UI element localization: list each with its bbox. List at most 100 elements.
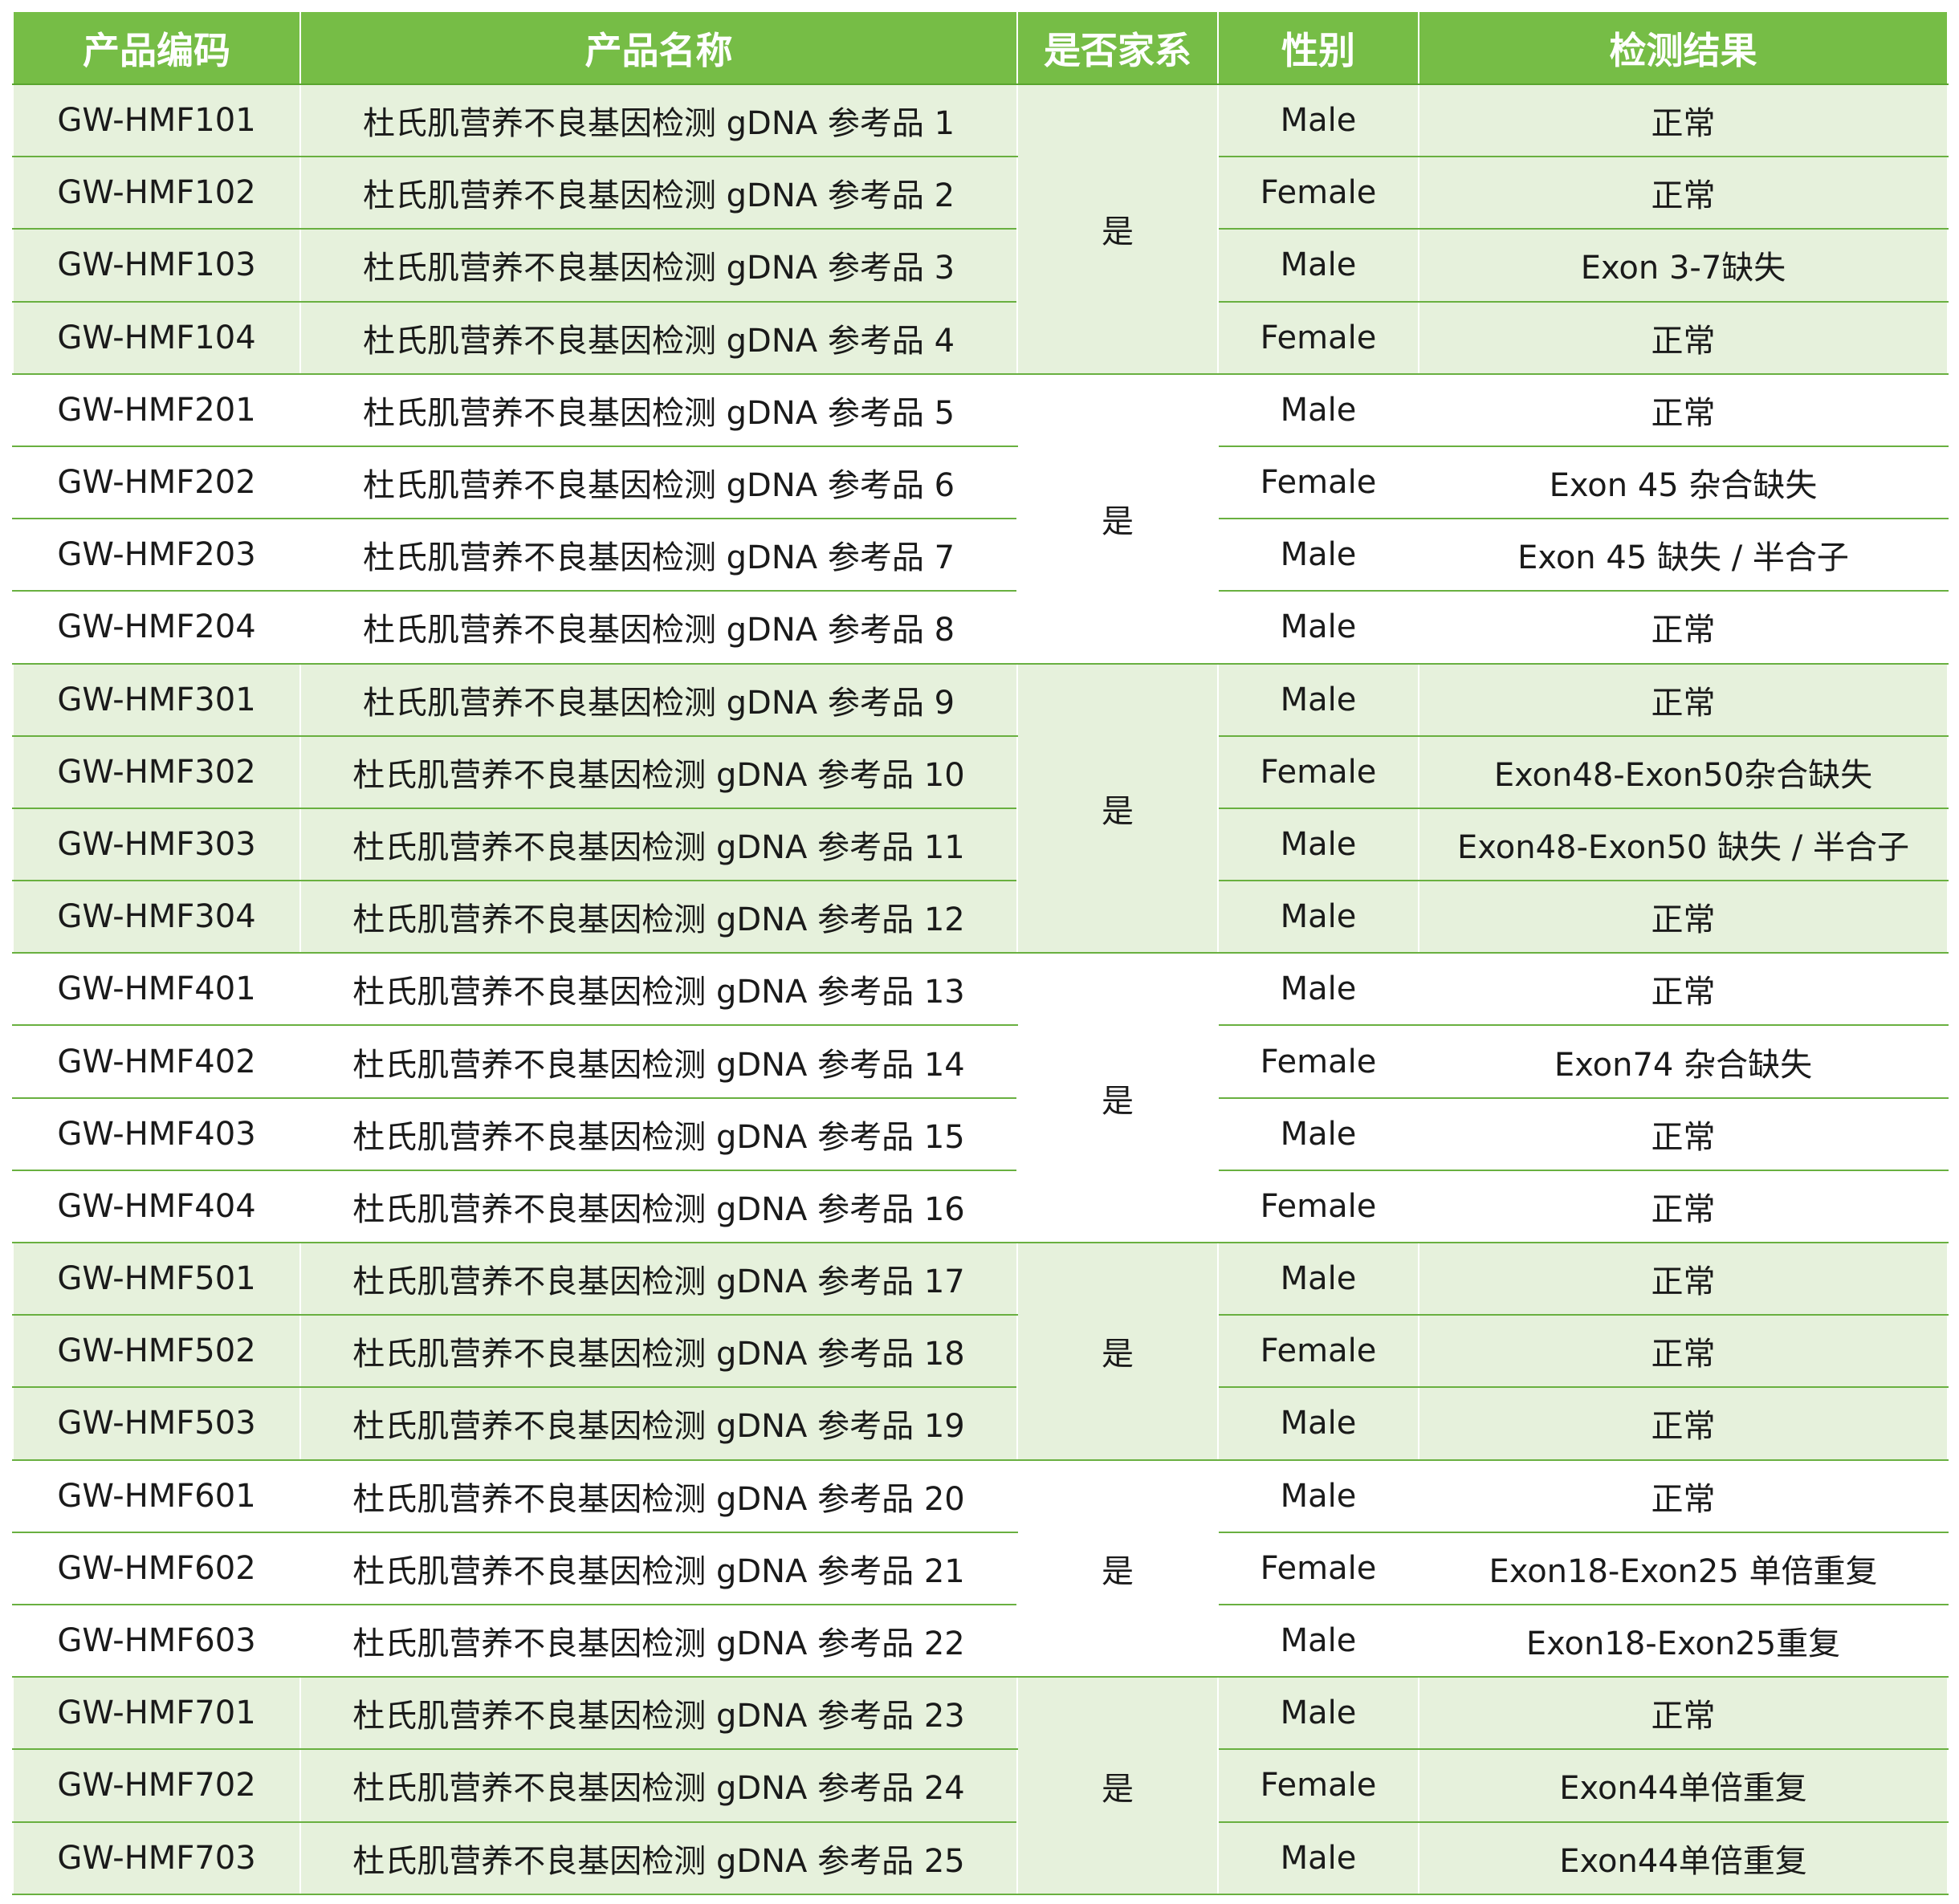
cell-product-code: GW-HMF103 <box>12 229 301 303</box>
table-row: GW-HMF302 杜氏肌营养不良基因检测 gDNA 参考品 10 Female Ex… <box>12 735 1949 809</box>
cell-result: 正常 <box>1418 1170 1949 1244</box>
cell-product-code: GW-HMF603 <box>12 1604 301 1678</box>
cell-sex: Female <box>1217 301 1419 375</box>
table-row: GW-HMF501 杜氏肌营养不良基因检测 gDNA 参考品 17 是 Male 正常 <box>12 1243 1949 1461</box>
cell-sex: Female <box>1217 735 1419 809</box>
cell-result: Exon44单倍重复 <box>1418 1821 1949 1895</box>
table-row: GW-HMF301 杜氏肌营养不良基因检测 gDNA 参考品 9 是 Male 正常 <box>12 663 1949 954</box>
cell-sex: Male <box>1217 881 1419 954</box>
table-row: GW-HMF602 杜氏肌营养不良基因检测 gDNA 参考品 21 Female Ex… <box>12 1532 1949 1605</box>
cell-product-name: 杜氏肌营养不良基因检测 gDNA 参考品 23 <box>299 1677 1018 1751</box>
cell-result: Exon 45 杂合缺失 <box>1418 445 1949 520</box>
cell-product-name: 杜氏肌营养不良基因检测 gDNA 参考品 13 <box>299 953 1018 1027</box>
cell-sex: Male <box>1217 663 1419 737</box>
cell-result: Exon74 杂合缺失 <box>1418 1025 1949 1099</box>
cell-sex: Male <box>1217 1604 1419 1678</box>
cell-product-code: GW-HMF501 <box>12 1243 301 1316</box>
cell-sex: Male <box>1217 229 1419 303</box>
cell-product-code: GW-HMF702 <box>12 1749 301 1823</box>
cell-product-name: 杜氏肌营养不良基因检测 gDNA 参考品 12 <box>299 881 1018 954</box>
cell-product-code: GW-HMF703 <box>12 1821 301 1895</box>
table-row: GW-HMF101 杜氏肌营养不良基因检测 gDNA 参考品 1 是 Male 正常 <box>12 84 1949 375</box>
cell-family: 是 <box>1016 1243 1219 1461</box>
table-row: GW-HMF104 杜氏肌营养不良基因检测 gDNA 参考品 4 Female 正常 <box>12 301 1949 375</box>
cell-sex: Female <box>1217 1315 1419 1389</box>
header-sex: 性别 <box>1217 12 1419 85</box>
cell-sex: Female <box>1217 1749 1419 1823</box>
cell-sex: Male <box>1217 808 1419 882</box>
cell-product-name: 杜氏肌营养不良基因检测 gDNA 参考品 25 <box>299 1821 1018 1895</box>
cell-family: 是 <box>1016 1459 1219 1678</box>
cell-sex: Male <box>1217 1821 1419 1895</box>
cell-result: 正常 <box>1418 1459 1949 1533</box>
table-row: GW-HMF401 杜氏肌营养不良基因检测 gDNA 参考品 13 是 Male 正常 <box>12 953 1949 1243</box>
cell-product-name: 杜氏肌营养不良基因检测 gDNA 参考品 6 <box>299 445 1018 520</box>
table-row: GW-HMF103 杜氏肌营养不良基因检测 gDNA 参考品 3 Male Exon … <box>12 229 1949 303</box>
cell-sex: Male <box>1217 84 1419 158</box>
cell-product-name: 杜氏肌营养不良基因检测 gDNA 参考品 24 <box>299 1749 1018 1823</box>
cell-product-code: GW-HMF404 <box>12 1170 301 1244</box>
cell-result: 正常 <box>1418 1677 1949 1751</box>
cell-result: 正常 <box>1418 881 1949 954</box>
cell-sex: Male <box>1217 1097 1419 1171</box>
table-row: GW-HMF303 杜氏肌营养不良基因检测 gDNA 参考品 11 Male Exon… <box>12 808 1949 882</box>
cell-sex: Male <box>1217 1459 1419 1533</box>
cell-product-code: GW-HMF601 <box>12 1459 301 1533</box>
table-row: GW-HMF204 杜氏肌营养不良基因检测 gDNA 参考品 8 Male 正常 <box>12 591 1949 665</box>
cell-product-code: GW-HMF602 <box>12 1532 301 1605</box>
cell-result: 正常 <box>1418 1097 1949 1171</box>
table-row: GW-HMF601 杜氏肌营养不良基因检测 gDNA 参考品 20 是 Male 正常 <box>12 1459 1949 1678</box>
cell-sex: Female <box>1217 1170 1419 1244</box>
cell-product-name: 杜氏肌营养不良基因检测 gDNA 参考品 15 <box>299 1097 1018 1171</box>
cell-product-name: 杜氏肌营养不良基因检测 gDNA 参考品 9 <box>299 663 1018 737</box>
cell-product-code: GW-HMF104 <box>12 301 301 375</box>
table-row: GW-HMF404 杜氏肌营养不良基因检测 gDNA 参考品 16 Female 正常 <box>12 1170 1949 1244</box>
cell-result: Exon18-Exon25 单倍重复 <box>1418 1532 1949 1605</box>
cell-result: 正常 <box>1418 301 1949 375</box>
cell-result: 正常 <box>1418 1315 1949 1389</box>
cell-product-name: 杜氏肌营养不良基因检测 gDNA 参考品 20 <box>299 1459 1018 1533</box>
header-product-code: 产品编码 <box>12 12 301 85</box>
cell-result: 正常 <box>1418 84 1949 158</box>
table-row: GW-HMF502 杜氏肌营养不良基因检测 gDNA 参考品 18 Female 正常 <box>12 1315 1949 1389</box>
table-row: GW-HMF201 杜氏肌营养不良基因检测 gDNA 参考品 5 是 Male 正常 <box>12 373 1949 665</box>
cell-product-code: GW-HMF303 <box>12 808 301 882</box>
cell-result: Exon48-Exon50杂合缺失 <box>1418 735 1949 809</box>
cell-result: 正常 <box>1418 591 1949 665</box>
cell-product-name: 杜氏肌营养不良基因检测 gDNA 参考品 19 <box>299 1387 1018 1461</box>
table-row: GW-HMF403 杜氏肌营养不良基因检测 gDNA 参考品 15 Male 正常 <box>12 1097 1949 1171</box>
table-row: GW-HMF702 杜氏肌营养不良基因检测 gDNA 参考品 24 Female Ex… <box>12 1749 1949 1823</box>
cell-product-code: GW-HMF202 <box>12 445 301 520</box>
cell-product-name: 杜氏肌营养不良基因检测 gDNA 参考品 5 <box>299 373 1018 447</box>
cell-result: Exon44单倍重复 <box>1418 1749 1949 1823</box>
cell-product-code: GW-HMF101 <box>12 84 301 158</box>
cell-product-name: 杜氏肌营养不良基因检测 gDNA 参考品 10 <box>299 735 1018 809</box>
cell-sex: Female <box>1217 157 1419 230</box>
cell-product-code: GW-HMF403 <box>12 1097 301 1171</box>
header-product-name: 产品名称 <box>299 12 1018 85</box>
cell-result: 正常 <box>1418 663 1949 737</box>
cell-product-name: 杜氏肌营养不良基因检测 gDNA 参考品 3 <box>299 229 1018 303</box>
cell-product-name: 杜氏肌营养不良基因检测 gDNA 参考品 7 <box>299 519 1018 592</box>
cell-product-name: 杜氏肌营养不良基因检测 gDNA 参考品 1 <box>299 84 1018 158</box>
cell-product-code: GW-HMF204 <box>12 591 301 665</box>
table-body: GW-HMF101 杜氏肌营养不良基因检测 gDNA 参考品 1 是 Male 正常 GW… <box>12 84 1949 1895</box>
cell-product-name: 杜氏肌营养不良基因检测 gDNA 参考品 21 <box>299 1532 1018 1605</box>
cell-sex: Male <box>1217 953 1419 1027</box>
cell-sex: Male <box>1217 1243 1419 1316</box>
cell-family: 是 <box>1016 953 1219 1243</box>
table-row: GW-HMF402 杜氏肌营养不良基因检测 gDNA 参考品 14 Female Ex… <box>12 1025 1949 1099</box>
table-row: GW-HMF503 杜氏肌营养不良基因检测 gDNA 参考品 19 Male 正常 <box>12 1387 1949 1461</box>
header-family: 是否家系 <box>1016 12 1219 85</box>
cell-product-code: GW-HMF503 <box>12 1387 301 1461</box>
table-header-row: 产品编码 产品名称 是否家系 性别 检测结果 <box>12 12 1949 85</box>
cell-sex: Male <box>1217 373 1419 447</box>
cell-product-name: 杜氏肌营养不良基因检测 gDNA 参考品 16 <box>299 1170 1018 1244</box>
cell-product-code: GW-HMF102 <box>12 157 301 230</box>
cell-product-code: GW-HMF301 <box>12 663 301 737</box>
cell-product-code: GW-HMF701 <box>12 1677 301 1751</box>
cell-sex: Female <box>1217 1025 1419 1099</box>
cell-product-name: 杜氏肌营养不良基因检测 gDNA 参考品 4 <box>299 301 1018 375</box>
cell-product-code: GW-HMF203 <box>12 519 301 592</box>
cell-sex: Female <box>1217 445 1419 520</box>
